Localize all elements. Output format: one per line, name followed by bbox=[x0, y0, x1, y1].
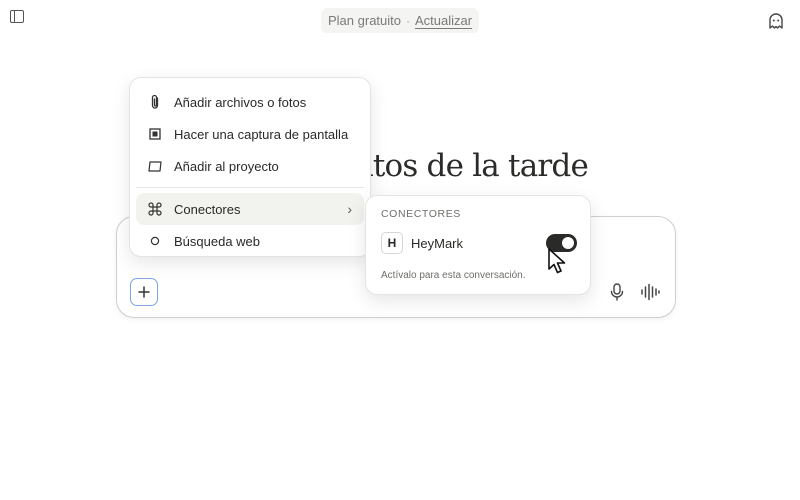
command-icon bbox=[146, 201, 164, 217]
paperclip-icon bbox=[146, 94, 164, 110]
attach-button[interactable] bbox=[130, 278, 158, 306]
menu-item-web-search[interactable]: Búsqueda web bbox=[136, 225, 364, 257]
upgrade-link[interactable]: Actualizar bbox=[415, 13, 472, 28]
menu-item-label: Conectores bbox=[174, 201, 241, 217]
plus-icon bbox=[138, 286, 150, 298]
screenshot-icon bbox=[146, 126, 164, 142]
microphone-icon[interactable] bbox=[609, 283, 625, 301]
menu-item-add-to-project[interactable]: Añadir al proyecto bbox=[136, 150, 364, 182]
plan-label: Plan gratuito bbox=[328, 13, 401, 28]
mouse-cursor-icon bbox=[548, 248, 566, 274]
globe-icon bbox=[146, 233, 164, 249]
connectors-title: CONECTORES bbox=[381, 208, 461, 220]
menu-item-label: Añadir al proyecto bbox=[174, 158, 279, 174]
menu-item-label: Búsqueda web bbox=[174, 233, 261, 249]
heymark-logo: H bbox=[381, 232, 403, 254]
connector-note: Actívalo para esta conversación. bbox=[381, 270, 526, 281]
menu-item-label: Añadir archivos o fotos bbox=[174, 94, 307, 110]
plan-separator: · bbox=[406, 13, 410, 28]
sidebar-toggle-icon[interactable] bbox=[10, 10, 24, 23]
app-window: Plan gratuito · Actualizar entos de la t… bbox=[0, 0, 800, 500]
plan-pill: Plan gratuito · Actualizar bbox=[321, 8, 480, 33]
folder-icon bbox=[146, 158, 164, 174]
incognito-ghost-icon[interactable] bbox=[767, 12, 785, 30]
menu-divider bbox=[136, 187, 364, 188]
menu-item-label: Hacer una captura de pantalla bbox=[174, 126, 349, 142]
attach-menu: Añadir archivos o fotos Hacer una captur… bbox=[129, 77, 371, 257]
menu-item-connectors[interactable]: Conectores › bbox=[136, 193, 364, 225]
connectors-submenu: CONECTORES H HeyMark Actívalo para esta … bbox=[365, 195, 591, 295]
menu-item-add-files[interactable]: Añadir archivos o fotos bbox=[136, 86, 364, 118]
menu-item-screenshot[interactable]: Hacer una captura de pantalla bbox=[136, 118, 364, 150]
voice-mode-icon[interactable] bbox=[640, 283, 660, 301]
connector-name: HeyMark bbox=[411, 236, 464, 251]
chevron-right-icon: › bbox=[347, 201, 352, 217]
